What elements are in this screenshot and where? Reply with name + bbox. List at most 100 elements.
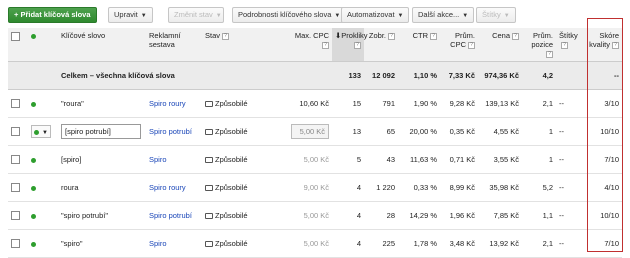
clicks-cell: 4 xyxy=(332,229,364,258)
keyword-text[interactable]: [spiro] xyxy=(61,155,81,164)
column-keyword[interactable]: Klíčové slovo xyxy=(58,28,146,62)
clicks-cell: 4 xyxy=(332,201,364,230)
column-labels[interactable]: Štítky? xyxy=(556,28,586,62)
clicks-cell: 15 xyxy=(332,89,364,118)
caret-down-icon: ▼ xyxy=(462,13,469,19)
total-clicks: 133 xyxy=(332,61,364,90)
max-cpc-cell: 10,60 Kč xyxy=(288,89,332,118)
max-cpc-value[interactable]: 5,00 Kč xyxy=(304,155,329,164)
status-text: Způsobilé xyxy=(215,99,248,108)
status-dot-icon[interactable] xyxy=(31,185,36,191)
column-adgroup[interactable]: Reklamní sestava xyxy=(146,28,202,62)
max-cpc-value[interactable]: 5,00 Kč xyxy=(304,211,329,220)
max-cpc-cell: 9,00 Kč xyxy=(288,173,332,202)
status-dropdown[interactable]: ▼ xyxy=(31,125,51,138)
caret-down-icon: ▼ xyxy=(503,13,510,19)
row-checkbox[interactable] xyxy=(11,211,20,221)
column-status[interactable]: Stav? xyxy=(202,28,288,62)
row-checkbox[interactable] xyxy=(11,127,20,137)
impressions-cell: 28 xyxy=(364,201,398,230)
speech-bubble-icon[interactable] xyxy=(205,101,213,108)
more-actions-button[interactable]: Další akce... ▼ xyxy=(412,7,475,23)
column-clicks[interactable]: ⬇Prokliky? xyxy=(332,28,368,62)
status-dot-icon[interactable] xyxy=(31,213,36,219)
help-icon[interactable]: ? xyxy=(561,41,568,49)
adgroup-link[interactable]: Spiro roury xyxy=(149,183,186,192)
caret-down-icon: ▼ xyxy=(215,13,222,19)
speech-bubble-icon[interactable] xyxy=(205,213,213,220)
max-cpc-input[interactable]: 5,00 Kč xyxy=(291,124,329,139)
labels-cell: -- xyxy=(556,201,586,230)
toolbar: + Přidat klíčová slova Upravit ▼ Změnit s… xyxy=(0,0,630,30)
column-avg-position[interactable]: Prům. pozice? xyxy=(522,28,556,62)
column-avg-cpc[interactable]: Prům. CPC? xyxy=(440,28,478,62)
total-label: Celkem – všechna klíčová slova xyxy=(58,61,288,90)
max-cpc-cell: 5,00 Kč xyxy=(288,145,332,174)
keyword-cell: [spiro] xyxy=(58,145,146,174)
max-cpc-value[interactable]: 5,00 Kč xyxy=(304,239,329,248)
add-keyword-button[interactable]: + Přidat klíčová slova xyxy=(8,7,97,23)
status-dot-icon[interactable] xyxy=(31,157,36,163)
avg-cpc-cell: 8,99 Kč xyxy=(440,173,478,202)
avg-position-cell: 1 xyxy=(522,117,556,146)
keyword-text[interactable]: "spiro potrubí" xyxy=(61,211,108,220)
keyword-text[interactable]: "roura" xyxy=(61,99,84,108)
total-row: Celkem – všechna klíčová slova 133 12 09… xyxy=(8,61,622,90)
labels-cell: -- xyxy=(556,89,586,118)
speech-bubble-icon[interactable] xyxy=(205,241,213,248)
row-checkbox[interactable] xyxy=(11,99,20,109)
change-status-button[interactable]: Změnit stav ▼ xyxy=(168,7,224,23)
keywords-table: Klíčové slovo Reklamní sestava Stav? Max… xyxy=(8,28,622,258)
edit-button[interactable]: Upravit ▼ xyxy=(108,7,153,23)
total-cost: 974,36 Kč xyxy=(478,61,522,90)
column-cost[interactable]: Cena? xyxy=(478,28,522,62)
avg-position-cell: 5,2 xyxy=(522,173,556,202)
row-checkbox[interactable] xyxy=(11,155,20,165)
help-icon[interactable]: ? xyxy=(222,32,230,40)
adgroup-link[interactable]: Spiro xyxy=(149,155,167,164)
impressions-cell: 1 220 xyxy=(364,173,398,202)
status-text: Způsobilé xyxy=(215,239,248,248)
table-row: "roura" Spiro roury Způsobilé 10,60 Kč 1… xyxy=(8,89,622,118)
help-icon[interactable]: ? xyxy=(322,41,329,49)
speech-bubble-icon[interactable] xyxy=(205,157,213,164)
status-dot-icon[interactable] xyxy=(31,101,36,107)
cost-cell: 3,55 Kč xyxy=(478,145,522,174)
row-checkbox[interactable] xyxy=(11,183,20,193)
keyword-details-button[interactable]: Podrobnosti klíčového slova ▼ xyxy=(232,7,347,23)
clicks-cell: 4 xyxy=(332,173,364,202)
help-icon[interactable]: ? xyxy=(512,32,519,40)
avg-cpc-cell: 0,35 Kč xyxy=(440,117,478,146)
labels-button[interactable]: Štítky ▼ xyxy=(476,7,516,23)
keyword-text[interactable]: roura xyxy=(61,183,79,192)
row-checkbox[interactable] xyxy=(11,239,20,249)
column-max-cpc[interactable]: Max. CPC? xyxy=(288,28,332,62)
help-icon[interactable]: ? xyxy=(430,32,437,40)
speech-bubble-icon[interactable] xyxy=(205,185,213,192)
keyword-edit-input[interactable]: [spiro potrubí] xyxy=(61,124,141,139)
status-dot-icon[interactable] xyxy=(31,241,36,247)
caret-down-icon: ▼ xyxy=(334,13,341,19)
help-icon[interactable]: ? xyxy=(388,32,395,40)
max-cpc-value[interactable]: 9,00 Kč xyxy=(304,183,329,192)
speech-bubble-icon[interactable] xyxy=(205,129,213,136)
adgroup-link[interactable]: Spiro xyxy=(149,239,167,248)
max-cpc-value[interactable]: 10,60 Kč xyxy=(299,99,329,108)
column-ctr[interactable]: CTR? xyxy=(398,28,440,62)
select-all-cell xyxy=(8,28,28,62)
help-icon[interactable]: ? xyxy=(468,41,475,49)
ctr-cell: 0,33 % xyxy=(398,173,440,202)
adgroup-link[interactable]: Spiro potrubí xyxy=(149,211,192,220)
avg-cpc-cell: 0,71 Kč xyxy=(440,145,478,174)
column-impressions[interactable]: Zobr.? xyxy=(364,28,398,62)
adgroup-link[interactable]: Spiro potrubí xyxy=(149,127,192,136)
select-all-checkbox[interactable] xyxy=(11,31,20,41)
keyword-text[interactable]: "spiro" xyxy=(61,239,83,248)
automate-button[interactable]: Automatizovat ▼ xyxy=(341,7,410,23)
table-row: ▼ [spiro potrubí] Spiro potrubí Způsobil… xyxy=(8,117,622,146)
help-icon[interactable]: ? xyxy=(546,50,553,58)
impressions-cell: 43 xyxy=(364,145,398,174)
help-icon[interactable]: ? xyxy=(354,41,361,49)
keyword-cell: "roura" xyxy=(58,89,146,118)
adgroup-link[interactable]: Spiro roury xyxy=(149,99,186,108)
